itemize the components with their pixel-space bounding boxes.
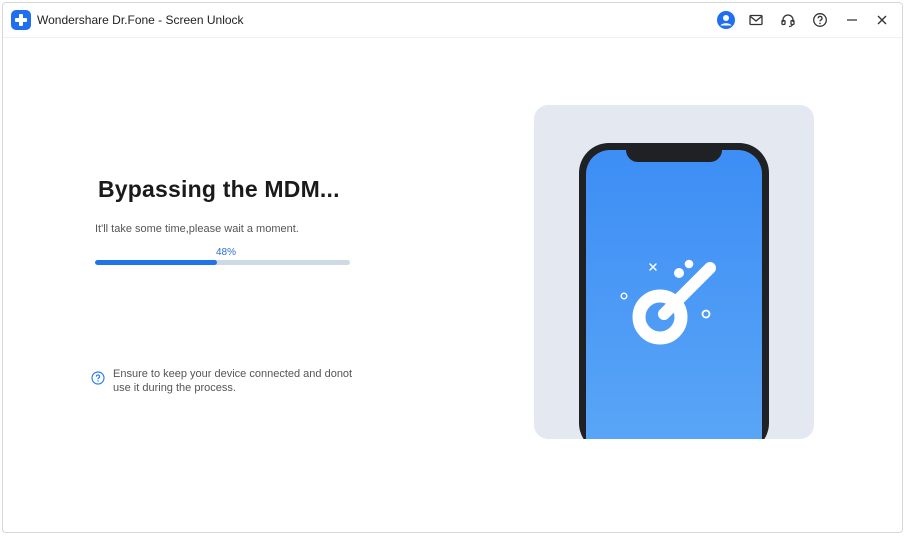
phone-screen <box>586 150 762 439</box>
phone-illustration <box>534 105 814 439</box>
close-icon[interactable] <box>873 11 891 29</box>
mail-icon[interactable] <box>747 11 765 29</box>
minimize-icon[interactable] <box>843 11 861 29</box>
progress-bar-fill <box>95 260 218 265</box>
question-circle-icon <box>91 371 105 385</box>
device-notice-text: Ensure to keep your device connected and… <box>113 368 353 394</box>
key-icon <box>620 259 716 345</box>
device-notice: Ensure to keep your device connected and… <box>91 367 358 395</box>
progress-panel: Bypassing the MDM... It'll take some tim… <box>3 37 443 532</box>
headset-support-icon[interactable] <box>779 11 797 29</box>
progress-bar <box>95 260 350 265</box>
app-window: Wondershare Dr.Fone - Screen Unlock Bypa… <box>2 2 903 533</box>
phone-notch <box>626 143 722 162</box>
app-logo-icon <box>11 10 31 30</box>
wait-message: It'll take some time,please wait a momen… <box>95 223 299 235</box>
title-bar: Wondershare Dr.Fone - Screen Unlock <box>3 3 902 38</box>
help-icon[interactable] <box>811 11 829 29</box>
progress-percent-label: 48% <box>216 247 237 258</box>
page-title: Bypassing the MDM... <box>98 176 340 202</box>
app-title: Wondershare Dr.Fone - Screen Unlock <box>37 13 244 27</box>
account-icon[interactable] <box>717 11 735 29</box>
phone-frame <box>579 143 769 439</box>
